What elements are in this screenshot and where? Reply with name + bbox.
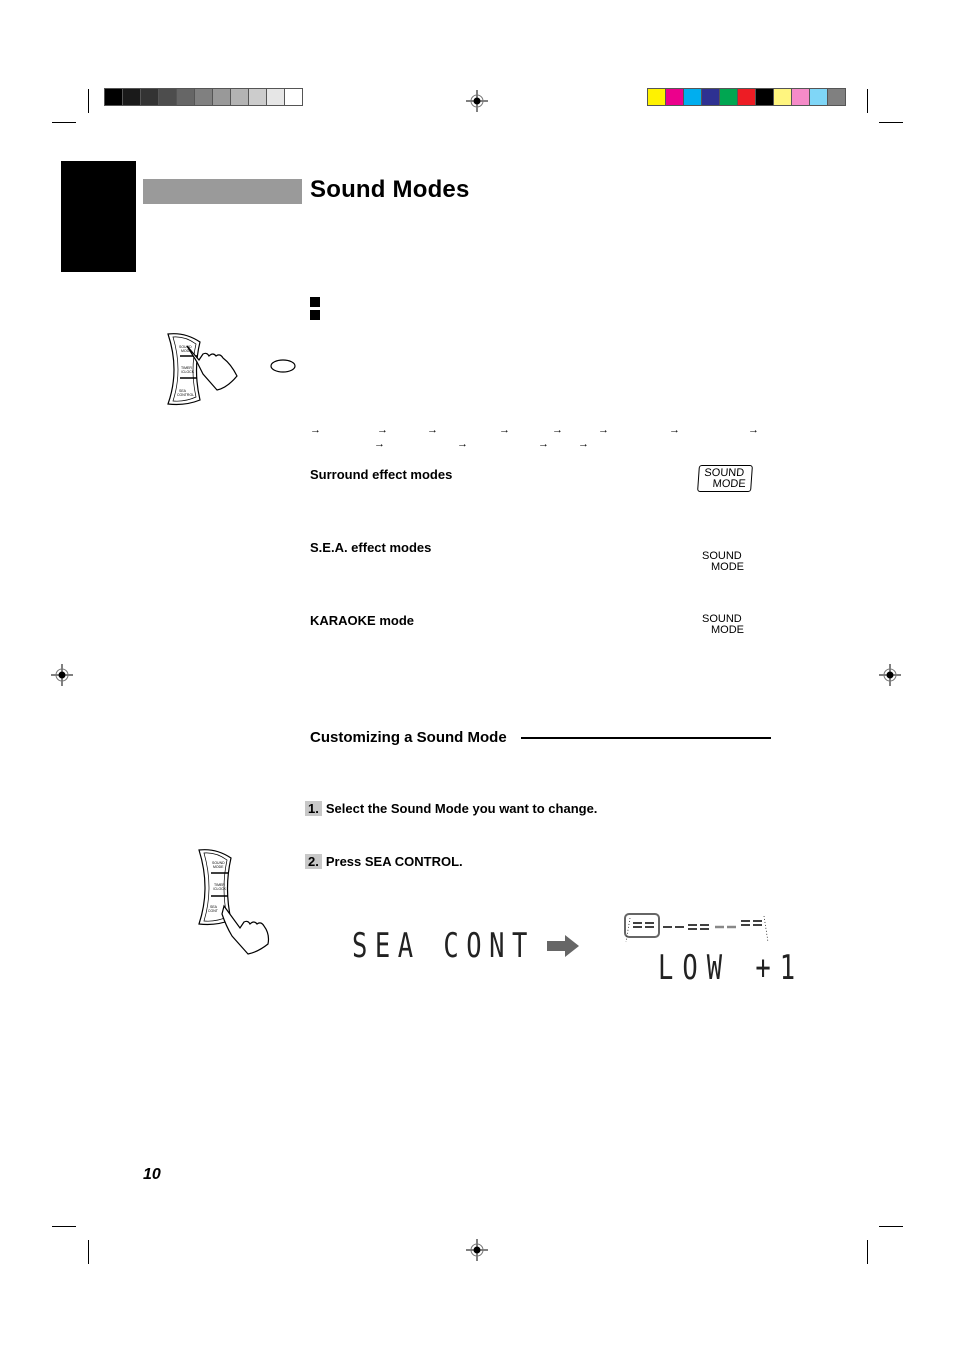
right-arrow-icon	[547, 935, 579, 957]
sequence-arrow-icon: →	[377, 424, 388, 436]
page-title: Sound Modes	[310, 176, 470, 203]
color-swatch	[720, 89, 737, 105]
sound-mode-button-oval-icon	[270, 359, 296, 373]
customizing-sound-mode-heading: Customizing a Sound Mode	[310, 729, 771, 746]
bullet-square	[310, 297, 320, 307]
language-side-tab	[61, 161, 136, 272]
step-number: 1.	[305, 801, 322, 816]
color-swatch	[177, 89, 194, 105]
color-swatch	[213, 89, 230, 105]
svg-text:/CLOCK: /CLOCK	[213, 887, 227, 891]
step-text: Select the Sound Mode you want to change…	[325, 801, 598, 816]
color-swatch	[756, 89, 773, 105]
color-swatch	[105, 89, 122, 105]
crop-mark	[52, 1226, 76, 1227]
sequence-arrow-icon: →	[578, 438, 589, 450]
crop-mark	[88, 1240, 89, 1264]
title-grey-bar	[143, 179, 302, 204]
sound-mode-label: SOUND MODE	[702, 614, 744, 636]
color-swatch	[684, 89, 701, 105]
karaoke-mode-heading: KARAOKE mode	[310, 613, 415, 628]
remote-sea-control-press-illustration: SOUND MODE TIMER /CLOCK SEA CONT	[198, 849, 270, 955]
sequence-arrow-icon: →	[552, 424, 563, 436]
color-swatch	[792, 89, 809, 105]
level-indicator-bars	[624, 913, 769, 942]
crop-mark	[879, 1226, 903, 1227]
crop-mark	[867, 89, 868, 113]
sequence-arrow-icon: →	[499, 424, 510, 436]
color-swatch	[810, 89, 827, 105]
step-1: 1. Select the Sound Mode you want to cha…	[305, 801, 597, 816]
color-swatch	[648, 89, 665, 105]
sound-mode-label-line2: MODE	[712, 478, 747, 490]
mode-sequence-row-1: → → → → → → → →	[310, 424, 770, 438]
surround-effect-modes-heading: Surround effect modes	[310, 467, 453, 482]
grayscale-color-bar	[104, 88, 303, 106]
process-color-bar	[647, 88, 846, 106]
sound-mode-button: SOUND MODE	[697, 465, 753, 492]
registration-mark-icon	[879, 664, 901, 686]
svg-text:CONTROL: CONTROL	[177, 393, 194, 397]
color-swatch	[702, 89, 719, 105]
display-sea-cont: SEA CONT	[352, 926, 535, 966]
crop-mark	[867, 1240, 868, 1264]
crop-mark	[52, 122, 76, 123]
page-number: 10	[143, 1166, 161, 1183]
sequence-arrow-icon: →	[538, 438, 549, 450]
sequence-arrow-icon: →	[457, 438, 468, 450]
sequence-arrow-icon: →	[310, 424, 321, 436]
registration-mark-icon	[51, 664, 73, 686]
color-swatch	[231, 89, 248, 105]
sequence-arrow-icon: →	[748, 424, 759, 436]
step-text: Press SEA CONTROL.	[325, 854, 463, 869]
color-swatch	[249, 89, 266, 105]
remote-sound-mode-press-illustration: SOUND MODE TIMER /CLOCK SEA CONTROL	[167, 333, 238, 406]
color-swatch	[738, 89, 755, 105]
color-swatch	[285, 89, 302, 105]
svg-text:/CLOCK: /CLOCK	[181, 370, 195, 374]
sequence-arrow-icon: →	[374, 438, 385, 450]
registration-mark-icon	[466, 1239, 488, 1261]
registration-mark-icon	[466, 90, 488, 112]
color-swatch	[195, 89, 212, 105]
sequence-arrow-icon: →	[427, 424, 438, 436]
step-2: 2. Press SEA CONTROL.	[305, 854, 463, 869]
crop-mark	[879, 122, 903, 123]
color-swatch	[123, 89, 140, 105]
sequence-arrow-icon: →	[669, 424, 680, 436]
color-swatch	[267, 89, 284, 105]
heading-rule	[520, 736, 771, 739]
display-low-plus-1: LOW +1	[658, 948, 805, 988]
sea-effect-modes-heading: S.E.A. effect modes	[310, 540, 432, 555]
svg-text:MODE: MODE	[213, 865, 224, 869]
sound-mode-label: SOUND MODE	[702, 551, 744, 573]
sequence-arrow-icon: →	[598, 424, 609, 436]
mode-sequence-row-2: → → → →	[310, 438, 770, 452]
bullet-square	[310, 310, 320, 320]
sound-mode-label-line2: MODE	[711, 624, 744, 636]
crop-mark	[88, 89, 89, 113]
color-swatch	[828, 89, 845, 105]
step-number: 2.	[305, 854, 322, 869]
color-swatch	[774, 89, 791, 105]
color-swatch	[141, 89, 158, 105]
svg-text:CONT: CONT	[208, 909, 219, 913]
color-swatch	[159, 89, 176, 105]
color-swatch	[666, 89, 683, 105]
sound-mode-label-line2: MODE	[711, 561, 744, 573]
customizing-heading-text: Customizing a Sound Mode	[310, 729, 507, 746]
